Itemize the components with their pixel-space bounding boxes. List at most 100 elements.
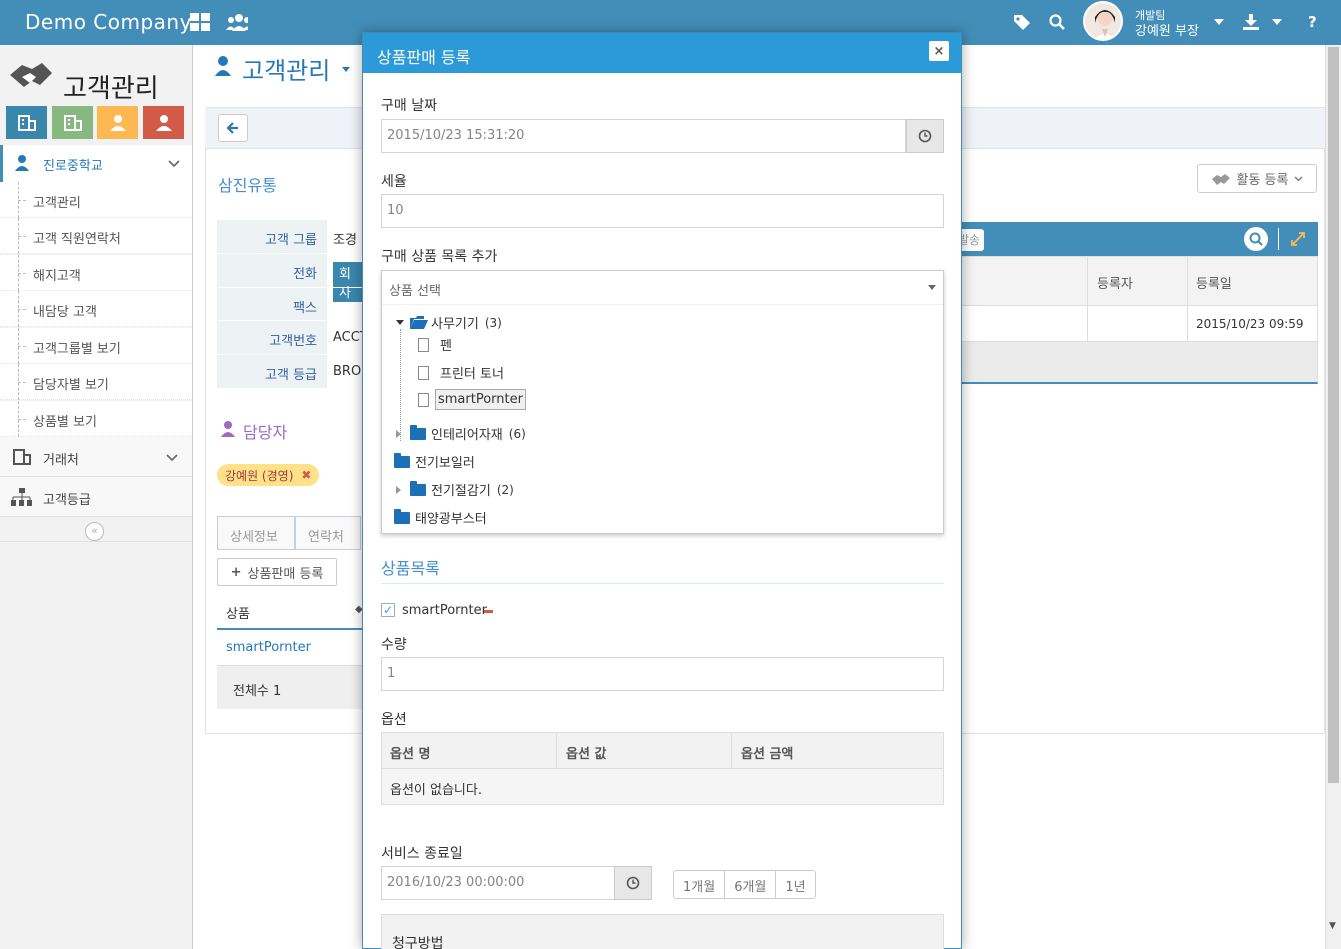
plus-icon: +	[230, 564, 242, 580]
grid-search-button[interactable]	[1244, 227, 1268, 251]
product-select-placeholder: 상품 선택	[389, 284, 441, 299]
page-title[interactable]: 고객관리	[242, 51, 330, 86]
tree-expanded-icon[interactable]	[396, 320, 404, 325]
option-table: 옵션 명 옵션 값 옵션 금액 옵션이 없습니다.	[381, 732, 944, 805]
tree-node-solar[interactable]: 태양광부스터	[394, 508, 487, 527]
sidebar-item[interactable]: 해지고객	[0, 255, 192, 291]
shortcut-manager-button[interactable]	[143, 106, 184, 139]
remove-icon[interactable]: ✖	[301, 468, 311, 482]
sidebar-item[interactable]: 고객 직원연락처	[0, 218, 192, 254]
product-link[interactable]: smartPornter	[217, 630, 365, 666]
activity-register-button[interactable]: 활동 등록	[1197, 164, 1317, 193]
period-1-year-button[interactable]: 1년	[776, 871, 815, 898]
product-checkbox[interactable]: ✓	[381, 603, 395, 617]
sitemap-icon	[11, 488, 32, 506]
download-icon[interactable]	[1240, 11, 1262, 33]
remove-product-icon[interactable]	[484, 610, 493, 613]
manager-chip[interactable]: 강예원 (경영) ✖	[217, 464, 320, 486]
close-button[interactable]: ×	[929, 41, 949, 61]
sidebar-item[interactable]: 내담당 고객	[0, 291, 192, 327]
download-caret-icon[interactable]	[1272, 19, 1282, 25]
tab-contact[interactable]: 연락처	[295, 516, 361, 550]
file-icon	[418, 392, 429, 407]
users-icon[interactable]	[226, 11, 248, 33]
period-button-group: 1개월 6개월 1년	[673, 870, 816, 899]
manager-chip-label: 강예원 (경영)	[225, 468, 294, 483]
clock-button[interactable]	[906, 119, 944, 153]
purchase-date-input[interactable]: 2015/10/23 15:31:20	[381, 119, 906, 153]
sidebar-item[interactable]: 담당자별 보기	[0, 364, 192, 400]
product-select[interactable]: 상품 선택	[382, 271, 943, 305]
sidebar-collapse-button[interactable]: «	[85, 522, 104, 541]
tree-collapsed-icon[interactable]	[396, 485, 401, 494]
activity-grid-row[interactable]: 2015/10/23 09:59	[958, 306, 1318, 342]
manager-title: 담당자	[243, 423, 288, 442]
tree-node-saver[interactable]: 전기절감기 (2)	[396, 480, 514, 499]
modal-title: 상품판매 등록	[377, 48, 471, 67]
user-menu-caret-icon[interactable]	[1214, 19, 1224, 25]
sidebar-menu-active[interactable]: 진로중학교	[0, 145, 192, 182]
tree-node-boiler[interactable]: 전기보일러	[394, 452, 475, 471]
chevron-down-icon	[166, 454, 178, 462]
period-1-month-button[interactable]: 1개월	[674, 871, 726, 898]
service-end-input[interactable]: 2016/10/23 00:00:00	[381, 866, 615, 900]
row-date: 2015/10/23 09:59	[1196, 317, 1304, 331]
sidebar-item[interactable]: 상품별 보기	[0, 401, 192, 437]
scroll-down-icon[interactable]: ▼	[1329, 921, 1336, 931]
building-icon	[63, 114, 82, 131]
folder-open-icon	[410, 316, 428, 329]
user-icon	[221, 421, 235, 437]
col-registrant[interactable]: 등록자	[1097, 273, 1133, 292]
search-icon[interactable]	[1046, 11, 1068, 33]
shortcut-contact-button[interactable]	[97, 106, 138, 139]
clock-icon	[918, 129, 932, 143]
page-scrollbar[interactable]: ▼	[1325, 45, 1341, 949]
product-list-title: 상품목록	[381, 555, 944, 584]
scrollbar-thumb[interactable]	[1328, 47, 1339, 783]
folder-icon	[394, 452, 410, 468]
tree-collapsed-icon[interactable]	[396, 429, 401, 438]
tree-node-toner[interactable]: 프린터 토너	[418, 363, 504, 382]
user-icon	[109, 114, 126, 131]
tree-node-smartpornter[interactable]: smartPornter	[418, 389, 526, 410]
grid-apps-icon[interactable]	[189, 11, 211, 33]
billing-section: 청구방법	[381, 914, 944, 949]
sidebar-logo-text: 고객관리	[63, 74, 159, 104]
info-row-number: 고객번호 ACCT	[217, 320, 368, 354]
user-avatar[interactable]	[1083, 1, 1123, 41]
sidebar-active-label: 진로중학교	[43, 159, 103, 174]
tax-input[interactable]: 10	[381, 194, 944, 228]
quantity-input[interactable]: 1	[381, 657, 944, 691]
sidebar-menu-trade[interactable]: 거래처	[0, 437, 192, 477]
sidebar-menu-grade[interactable]: 고객등급	[0, 477, 192, 517]
sidebar-item[interactable]: 고객관리	[0, 182, 192, 218]
add-sales-button[interactable]: + 상품판매 등록	[217, 558, 337, 586]
sidebar-item[interactable]: 고객그룹별 보기	[0, 328, 192, 364]
expand-icon[interactable]	[1291, 232, 1305, 246]
period-6-month-button[interactable]: 6개월	[725, 871, 777, 898]
select-caret-icon[interactable]	[928, 285, 936, 290]
brand-name[interactable]: Demo Company	[25, 10, 192, 34]
back-button[interactable]	[218, 114, 248, 142]
info-row-grade: 고객 등급 BRO	[217, 354, 367, 388]
user-name[interactable]: 강예원 부장	[1135, 20, 1199, 39]
tax-label: 세율	[381, 174, 407, 190]
product-column-header[interactable]: 상품	[217, 593, 365, 630]
title-caret-icon[interactable]	[342, 67, 350, 72]
tree-node-pen[interactable]: 펜	[418, 335, 452, 354]
shortcut-branch-button[interactable]	[52, 106, 93, 139]
service-clock-button[interactable]	[614, 866, 652, 900]
tree-node-office[interactable]: 사무기기 (3)	[396, 313, 502, 332]
tree-node-interior[interactable]: 인테리어자재 (6)	[396, 424, 526, 443]
info-row-fax: 팩스	[217, 287, 367, 321]
option-label: 옵션	[381, 712, 407, 728]
info-row-group: 고객 그룹 조경	[217, 219, 367, 253]
chevron-down-icon	[1295, 176, 1303, 181]
clock-icon	[626, 876, 640, 890]
tab-detail[interactable]: 상세정보	[217, 516, 295, 550]
building-icon	[17, 114, 36, 131]
help-icon[interactable]: ?	[1308, 13, 1317, 31]
shortcut-company-button[interactable]	[6, 106, 47, 139]
col-date[interactable]: 등록일	[1196, 273, 1232, 292]
tags-icon[interactable]	[1011, 11, 1033, 33]
